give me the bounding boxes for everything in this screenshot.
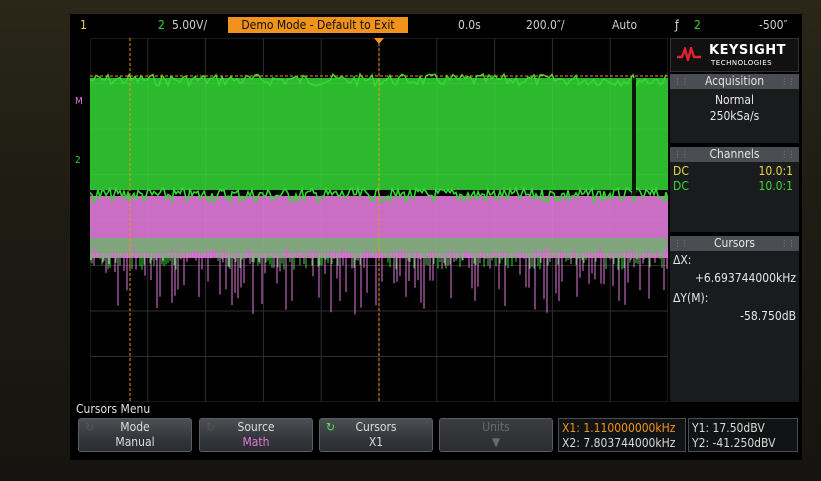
x1-readout: X1: 1.110000000kHz [562,421,676,435]
cursors-panel: ΔX: +6.693744000kHz ΔY(M): -58.750dB [670,251,799,402]
menu-title: Cursors Menu [76,402,151,416]
brand-name: KEYSIGHT [709,43,786,58]
delta-x-value: +6.693744000kHz [694,271,796,285]
keysight-wave-icon [677,47,701,61]
math-marker[interactable]: M [75,96,83,107]
channels-title: Channels [709,147,760,161]
acquisition-title: Acquisition [704,74,765,88]
scope-screen: 1 2 5.00V/ Demo Mode - Default to Exit 0… [70,14,802,460]
channel-1-label[interactable]: 1 [80,18,87,32]
channel-1-probe: 10.0:1 [758,164,793,178]
time-scale[interactable]: 200.0″/ [526,18,565,32]
waveform-canvas [90,38,668,402]
cursors-label: Cursors [355,420,397,434]
cursors-header[interactable]: ⋮⋮ Cursors ⋮⋮ [670,236,799,251]
waveform-display[interactable] [90,38,668,402]
mode-softkey[interactable]: ↻ Mode Manual [78,418,192,452]
cursors-value: X1 [368,435,384,449]
acquisition-mode: Normal [714,93,755,107]
channel-2-probe: 10.0:1 [758,179,793,193]
channel-2-row[interactable]: DC 10.0:1 [673,179,796,193]
y2-readout: Y2: -41.250dBV [692,436,776,450]
cursors-softkey[interactable]: ↻ Cursors X1 [319,418,433,452]
channel-2-scale[interactable]: 5.00V/ [172,18,207,32]
channels-header[interactable]: ⋮⋮ Channels ⋮⋮ [670,147,799,162]
channel-2-label[interactable]: 2 [158,18,165,32]
y1-readout: Y1: 17.50dBV [692,421,765,435]
delta-y-value: -58.750dB [740,309,796,323]
x2-readout: X2: 7.803744000kHz [562,436,676,450]
trigger-source[interactable]: 2 [694,18,701,32]
cursors-title: Cursors [713,236,756,250]
source-value: Math [242,435,270,449]
units-softkey[interactable]: Units ▼ [439,418,553,452]
y-cursor-readout: Y1: 17.50dBV Y2: -41.250dBV [688,418,798,452]
source-softkey[interactable]: ↻ Source Math [199,418,313,452]
channels-panel: DC 10.0:1 DC 10.0:1 [670,162,799,232]
acquisition-panel: Normal 250kSa/s [670,89,799,143]
trigger-edge-icon: ƒ [675,18,679,32]
delta-x-label: ΔX: [673,253,692,267]
info-sidebar: KEYSIGHT TECHNOLOGIES ⋮⋮ Acquisition ⋮⋮ … [670,38,799,402]
channel-2-coupling: DC [673,179,689,193]
x-cursor-readout: X1: 1.110000000kHz X2: 7.803744000kHz [558,418,686,452]
acquisition-rate: 250kSa/s [709,109,760,123]
demo-mode-banner: Demo Mode - Default to Exit [228,17,408,33]
mode-label: Mode [120,420,150,434]
status-bar: 1 2 5.00V/ Demo Mode - Default to Exit 0… [70,14,802,36]
down-arrow-icon: ▼ [491,435,501,449]
trigger-level[interactable]: -500″ [759,18,788,32]
trace-notch [632,78,636,196]
keysight-logo: KEYSIGHT TECHNOLOGIES [670,38,799,72]
source-label: Source [237,420,275,434]
units-label: Units [482,420,510,434]
mode-value: Manual [115,435,155,449]
trigger-mode[interactable]: Auto [612,18,637,32]
acquisition-header[interactable]: ⋮⋮ Acquisition ⋮⋮ [670,74,799,89]
channel-1-row[interactable]: DC 10.0:1 [673,164,796,178]
delta-y-label: ΔY(M): [673,291,709,305]
brand-sub: TECHNOLOGIES [711,59,773,67]
trigger-marker-icon [374,38,384,44]
time-position[interactable]: 0.0s [458,18,481,32]
softkey-bar: ↻ Mode Manual ↻ Source Math ↻ Cursors X1… [70,418,802,458]
channel-2-marker[interactable]: 2 [75,155,81,166]
channel-1-coupling: DC [673,164,689,178]
